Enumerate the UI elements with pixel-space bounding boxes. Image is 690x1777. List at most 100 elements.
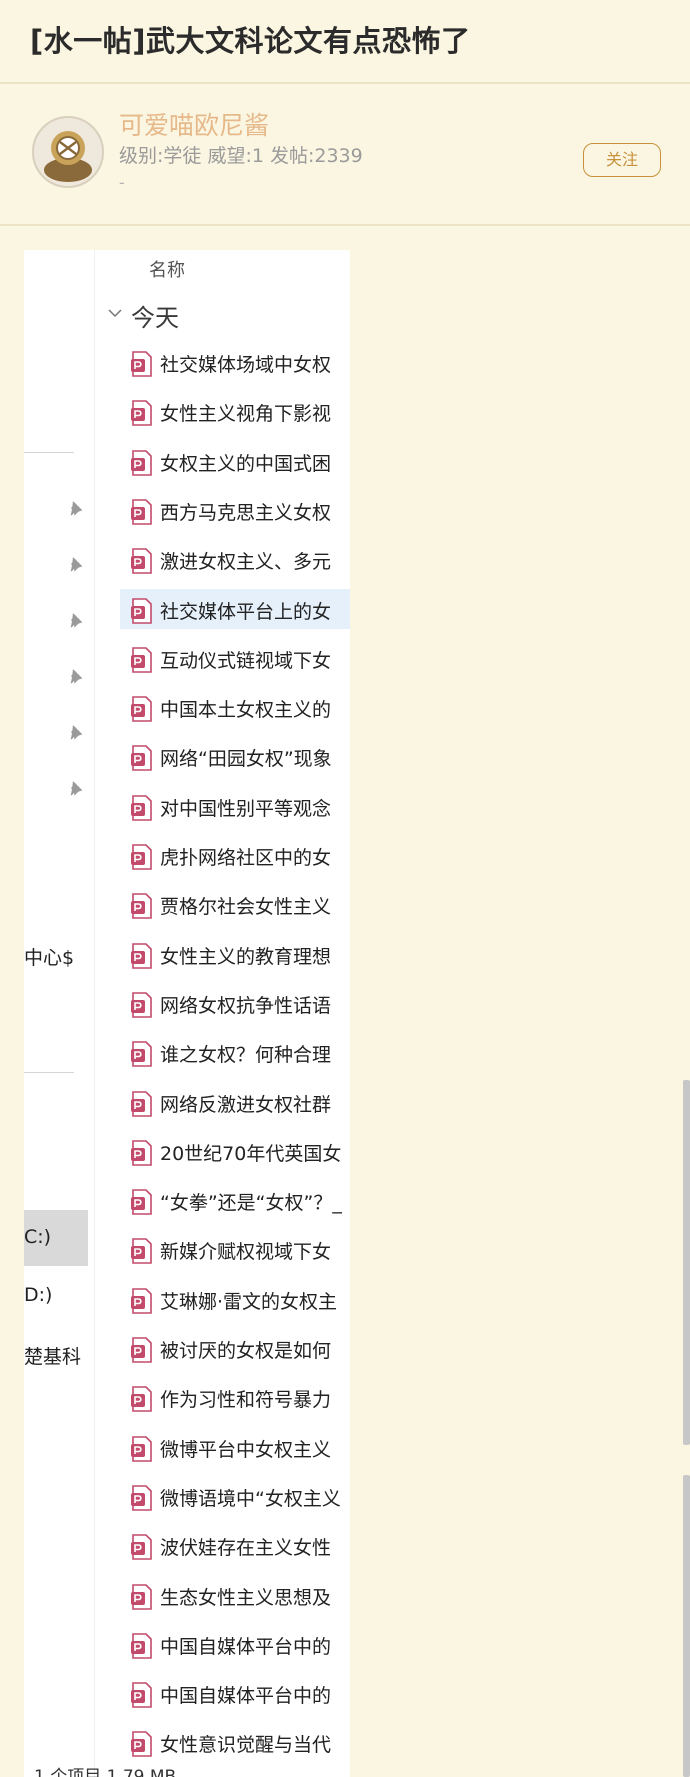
pdf-file-icon: [130, 1731, 154, 1758]
file-row[interactable]: 新媒介赋权视域下女: [120, 1229, 350, 1269]
file-name: 女性意识觉醒与当代: [160, 1734, 332, 1757]
file-row[interactable]: 虎扑网络社区中的女: [120, 835, 350, 875]
file-name: 对中国性别平等观念: [160, 797, 332, 820]
file-name: 生态女性主义思想及: [160, 1586, 332, 1609]
file-name: 激进女权主义、多元: [160, 551, 332, 574]
file-row[interactable]: 对中国性别平等观念: [120, 786, 350, 826]
pdf-file-icon: [130, 499, 154, 525]
user-avatar[interactable]: [32, 116, 104, 188]
file-name: 女性主义的教育理想: [160, 945, 332, 968]
page-scrollbar[interactable]: [683, 1475, 690, 1777]
pin-icon: [70, 501, 83, 516]
nav-item-drive-other[interactable]: 楚基科: [24, 1342, 81, 1369]
column-header-name[interactable]: 名称: [149, 256, 185, 282]
file-row[interactable]: 作为习性和符号暴力: [120, 1377, 350, 1417]
file-name: 中国本土女权主义的: [160, 699, 332, 722]
file-row[interactable]: 谁之女权？何种合理: [120, 1032, 350, 1072]
file-row[interactable]: 微博语境中“女权主义: [120, 1476, 350, 1516]
nav-item-drive-c[interactable]: C:): [24, 1226, 51, 1248]
file-name: 社交媒体平台上的女: [160, 600, 332, 623]
file-name: 20世纪70年代英国女: [160, 1142, 342, 1165]
pdf-file-icon: [130, 1534, 154, 1560]
file-row[interactable]: 女性主义的教育理想: [120, 934, 350, 974]
file-name: 被讨厌的女权是如何: [160, 1340, 332, 1362]
pdf-file-icon: [130, 1485, 154, 1511]
pin-icon: [70, 669, 83, 684]
file-row[interactable]: 生态女性主义思想及: [120, 1575, 350, 1615]
file-name: 波伏娃存在主义女性: [160, 1537, 332, 1560]
file-row[interactable]: 社交媒体场域中女权: [120, 342, 350, 382]
file-name: 网络反激进女权社群: [160, 1093, 332, 1116]
pdf-file-icon: [130, 1435, 154, 1462]
file-name: “女拳”还是“女权”？_: [160, 1192, 342, 1215]
file-name: 女权主义的中国式困: [160, 452, 332, 475]
file-name: 西方马克思主义女权: [160, 501, 332, 524]
pdf-file-icon: [130, 1139, 154, 1166]
pdf-file-icon: [130, 942, 154, 969]
file-row[interactable]: “女拳”还是“女权”？_: [120, 1180, 350, 1220]
pdf-file-icon: [130, 992, 154, 1018]
nav-item-home[interactable]: 中心$: [24, 943, 74, 970]
pdf-file-icon: [130, 449, 154, 476]
pdf-file-icon: [130, 597, 154, 624]
nav-item-drive-d[interactable]: D:): [24, 1284, 52, 1306]
follow-button[interactable]: 关注: [583, 143, 661, 177]
pin-icon: [70, 613, 83, 628]
pdf-file-icon: [130, 1090, 154, 1117]
file-name: 虎扑网络社区中的女: [160, 847, 332, 869]
pdf-file-icon: [130, 646, 154, 673]
pin-icon: [70, 781, 83, 796]
pdf-file-icon: [130, 745, 154, 772]
file-row[interactable]: 女性主义视角下影视: [120, 391, 350, 431]
file-row[interactable]: 互动仪式链视域下女: [120, 638, 350, 678]
file-name: 中国自媒体平台中的: [160, 1635, 332, 1658]
pdf-file-icon: [130, 794, 154, 821]
file-row[interactable]: 中国本土女权主义的: [120, 687, 350, 727]
pin-icon: [70, 557, 83, 572]
username[interactable]: 可爱喵欧尼酱: [119, 106, 269, 142]
file-name: 新媒介赋权视域下女: [160, 1241, 332, 1264]
pdf-file-icon: [130, 1041, 154, 1067]
post-title: [水一帖]武大文科论文有点恐怖了: [30, 24, 471, 58]
pdf-file-icon: [130, 351, 154, 377]
nav-separator: [24, 1072, 74, 1073]
file-row[interactable]: 网络女权抗争性话语: [120, 983, 350, 1023]
file-row[interactable]: 激进女权主义、多元: [120, 539, 350, 579]
file-row[interactable]: 贾格尔社会女性主义: [120, 884, 350, 924]
page-scrollbar[interactable]: [683, 1080, 690, 1445]
file-row[interactable]: 艾琳娜·雷文的女权主: [120, 1279, 350, 1319]
file-row[interactable]: 社交媒体平台上的女: [120, 588, 350, 629]
file-row[interactable]: 女权主义的中国式困: [120, 441, 350, 481]
file-name: 微博平台中女权主义: [160, 1438, 332, 1461]
pane-divider: [94, 250, 95, 1777]
file-row[interactable]: 波伏娃存在主义女性: [120, 1525, 350, 1565]
file-name: 贾格尔社会女性主义: [160, 896, 332, 919]
pdf-file-icon: [130, 1337, 154, 1363]
pdf-file-icon: [130, 1189, 154, 1215]
file-row[interactable]: 中国自媒体平台中的: [120, 1673, 350, 1713]
pin-icon: [70, 725, 83, 740]
user-stats: 级别:学徒 威望:1 发帖:2339: [119, 145, 363, 167]
pdf-file-icon: [130, 1238, 154, 1265]
pdf-file-icon: [130, 400, 154, 427]
status-bar: 1 个项目 1.79 MB: [34, 1767, 177, 1777]
file-name: 社交媒体场域中女权: [160, 354, 332, 376]
avatar-image: [34, 118, 102, 186]
file-row[interactable]: 20世纪70年代英国女: [120, 1131, 350, 1171]
explorer-screenshot: 中心$ C:) D:) 楚基科 名称 今天 社交媒体场域中女权女性主义视角下影视…: [24, 250, 350, 1777]
file-row[interactable]: 被讨厌的女权是如何: [120, 1328, 350, 1368]
file-name: 互动仪式链视域下女: [160, 649, 332, 672]
file-row[interactable]: 微博平台中女权主义: [120, 1427, 350, 1467]
file-row[interactable]: 网络“田园女权”现象: [120, 736, 350, 776]
file-row[interactable]: 网络反激进女权社群: [120, 1082, 350, 1122]
group-label-today[interactable]: 今天: [131, 298, 179, 333]
chevron-down-icon[interactable]: [108, 308, 122, 318]
header-divider: [0, 82, 690, 84]
pdf-file-icon: [130, 548, 154, 574]
file-name: 作为习性和符号暴力: [160, 1389, 332, 1412]
file-row[interactable]: 西方马克思主义女权: [120, 490, 350, 530]
file-row[interactable]: 女性意识觉醒与当代: [120, 1722, 350, 1762]
nav-separator: [24, 452, 74, 453]
file-name: 谁之女权？何种合理: [160, 1044, 332, 1067]
file-row[interactable]: 中国自媒体平台中的: [120, 1624, 350, 1664]
